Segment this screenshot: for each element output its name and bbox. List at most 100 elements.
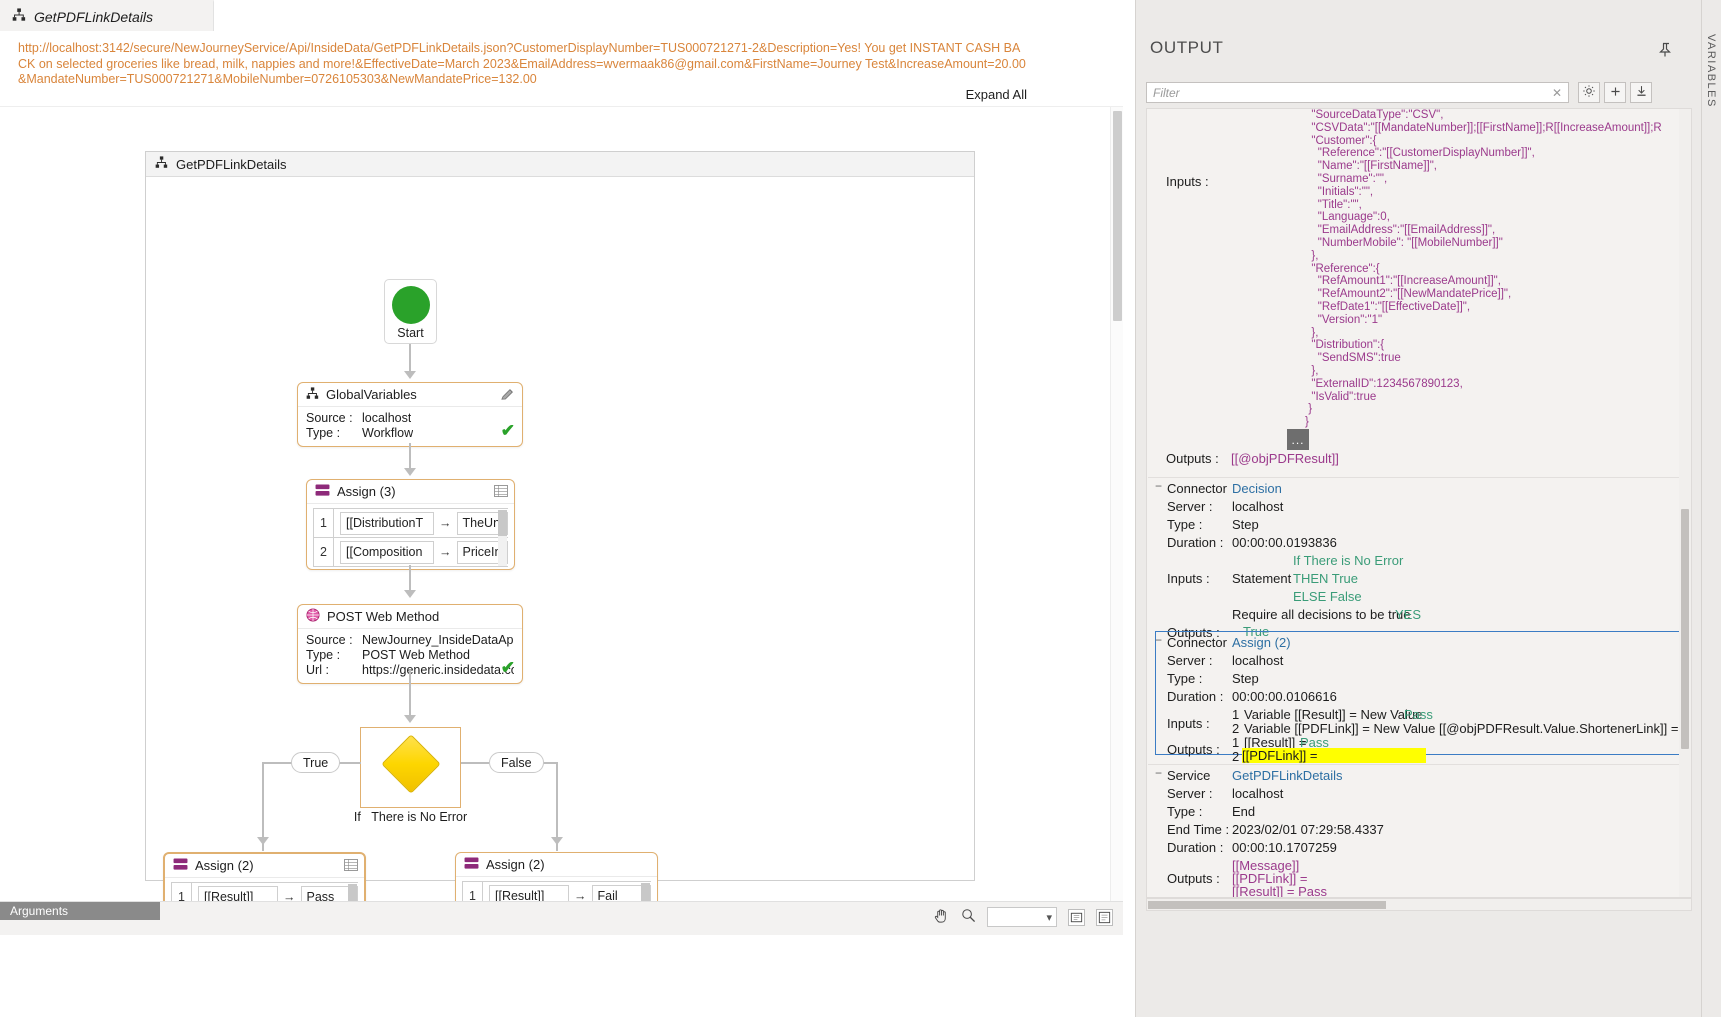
expand-json-ellipsis-button[interactable]: ... (1287, 429, 1309, 450)
assign-false-scrollbar[interactable] (641, 883, 650, 901)
node-assign-3-header: Assign (3) (307, 480, 514, 504)
output-vertical-scrollbar[interactable] (1679, 109, 1691, 897)
collapse-toggle-icon[interactable]: − (1155, 634, 1164, 646)
scrollbar-thumb[interactable] (348, 884, 357, 901)
assign-false-row-1[interactable]: 1 [[Result]] → Fail (463, 882, 651, 901)
assign-true-scrollbar[interactable] (348, 884, 357, 901)
entry-kind-label: Connector (1167, 481, 1227, 496)
entry-kind-value[interactable]: GetPDFLinkDetails (1232, 768, 1343, 783)
node-decision[interactable]: If There is No Error (354, 727, 467, 824)
entry-statement-label: Statement (1232, 571, 1292, 586)
arguments-tab[interactable]: Arguments (0, 902, 160, 920)
variables-side-tab[interactable]: VARIABLES (1701, 0, 1721, 1017)
zoom-icon[interactable] (961, 908, 976, 926)
arrowhead-icon (257, 837, 269, 845)
node-globalvariables[interactable]: GlobalVariables Source : localhost Type … (297, 382, 523, 447)
assign-true-grid[interactable]: 1 [[Result]] → Pass 2 [[PDFLink]] → [[@o… (171, 882, 358, 901)
arrow-right-icon: → (439, 545, 452, 559)
entry-server-label: Server : (1167, 786, 1213, 801)
entry-duration-value: 00:00:10.1707259 (1232, 840, 1337, 855)
clear-icon[interactable]: ✕ (1552, 86, 1562, 100)
output-log-list[interactable]: "SourceDataType":"CSV", "CSVData":"[[Man… (1146, 108, 1692, 898)
output-row-1-num: 1 (1232, 735, 1240, 750)
node-assign-3-title: Assign (3) (337, 484, 396, 499)
entry-outputs-label: Outputs : (1167, 871, 1220, 886)
row-cells: [[DistributionT → TheUnlimitedIn (334, 509, 508, 538)
filter-input[interactable]: Filter ✕ (1146, 82, 1569, 103)
connector-decision-false-h1 (461, 762, 489, 764)
entry-kind-label: Connector (1167, 635, 1227, 650)
expand-all-button[interactable]: Expand All (966, 87, 1027, 102)
assign-variable-field[interactable]: [[DistributionT (340, 511, 434, 535)
collapse-toggle-icon[interactable]: − (1155, 767, 1164, 779)
row-cells: [[Result]] → Fail (483, 882, 651, 901)
scrollbar-thumb[interactable] (1681, 509, 1689, 749)
assign-variable-field[interactable]: [[Composition (340, 540, 434, 564)
connector-decision-true-h2 (262, 762, 292, 764)
node-post-web-method-title: POST Web Method (327, 609, 440, 624)
output-horizontal-scrollbar[interactable] (1146, 898, 1692, 911)
arrow-right-icon: → (283, 890, 296, 901)
output-inputs-json: "SourceDataType":"CSV", "CSVData":"[[Man… (1305, 109, 1662, 429)
output-entry-assign2[interactable]: − Connector Assign (2) Server : localhos… (1148, 631, 1681, 764)
outputs-value-1: [[@objPDFResult]] (1231, 451, 1339, 466)
row-index: 1 (314, 509, 334, 538)
grid-view-icon[interactable] (494, 485, 508, 500)
assign-true-row-1[interactable]: 1 [[Result]] → Pass (172, 883, 358, 901)
branch-label-true[interactable]: True (291, 752, 341, 773)
output-expand-button[interactable] (1604, 82, 1626, 103)
entry-type-value: Step (1232, 671, 1259, 686)
zoom-level-select[interactable]: ▾ (987, 907, 1057, 927)
scrollbar-thumb[interactable] (641, 883, 650, 901)
output-settings-button[interactable] (1578, 82, 1600, 103)
assign-variable-field[interactable]: [[Result]] (198, 885, 278, 901)
post-source-value: NewJourney_InsideDataApiSour (362, 633, 514, 647)
canvas-vertical-scrollbar[interactable] (1110, 107, 1123, 901)
assign-3-row-2[interactable]: 2 [[Composition → PriceIncrease (314, 538, 508, 567)
assign-variable-field[interactable]: [[Result]] (489, 884, 569, 901)
collapse-toggle-icon[interactable]: − (1155, 480, 1164, 492)
output-entry-decision[interactable]: − Connector Decision Server : localhost … (1148, 477, 1681, 640)
node-assign-3[interactable]: Assign (3) 1 [[DistributionT → TheUnli 2… (306, 479, 515, 570)
node-assign-true[interactable]: Assign (2) 1 [[Result]] → Pass (163, 852, 366, 901)
entry-endtime-value: 2023/02/01 07:29:58.4337 (1232, 822, 1384, 837)
scrollbar-thumb[interactable] (1148, 901, 1386, 909)
start-node[interactable]: Start (384, 279, 437, 344)
gear-icon (1582, 84, 1596, 101)
assign-3-grid[interactable]: 1 [[DistributionT → TheUnlimitedIn 2 [[C… (313, 508, 508, 567)
row-index: 1 (463, 882, 483, 901)
entry-kind-value[interactable]: Decision (1232, 481, 1282, 496)
service-frame: GetPDFLinkDetails (145, 151, 975, 881)
node-assign-false[interactable]: Assign (2) 1 [[Result]] → Fail 2 (455, 852, 658, 901)
entry-type-label: Type : (1167, 671, 1203, 686)
post-type-row: Type : POST Web Method (306, 648, 514, 663)
assign-3-row-1[interactable]: 1 [[DistributionT → TheUnlimitedIn (314, 509, 508, 538)
arrowhead-icon (404, 371, 416, 379)
branch-label-false[interactable]: False (489, 752, 544, 773)
output-row-2-num: 2 (1232, 749, 1240, 764)
workflow-canvas[interactable]: GetPDFLinkDetails Start GlobalVariables … (0, 106, 1123, 901)
grid-view-icon[interactable] (344, 859, 358, 874)
pin-icon[interactable] (1657, 42, 1673, 61)
note-icon[interactable] (1096, 908, 1113, 926)
output-download-button[interactable] (1630, 82, 1652, 103)
connector-post-to-decision (409, 670, 411, 717)
connector-globalvariables-to-assign3 (409, 443, 411, 470)
output-entry-service[interactable]: − Service GetPDFLinkDetails Server : loc… (1148, 764, 1681, 897)
globe-icon (306, 608, 320, 625)
node-post-web-method-header: POST Web Method (298, 605, 522, 629)
node-globalvariables-title: GlobalVariables (326, 387, 417, 402)
url-banner: http://localhost:3142/secure/NewJourneyS… (0, 31, 1135, 106)
entry-kind-value[interactable]: Assign (2) (1232, 635, 1291, 650)
scrollbar-thumb[interactable] (498, 510, 507, 536)
assign-false-grid[interactable]: 1 [[Result]] → Fail 2 [[Message]] → Erro… (462, 881, 651, 901)
tab-getpdflinkdetails[interactable]: GetPDFLinkDetails (0, 0, 214, 31)
edit-pencil-icon[interactable] (500, 387, 515, 405)
pan-icon[interactable] (933, 907, 950, 927)
output-filter-row: Filter ✕ (1146, 82, 1692, 103)
entry-server-label: Server : (1167, 653, 1213, 668)
scrollbar-thumb[interactable] (1113, 111, 1122, 321)
fit-to-screen-icon[interactable] (1068, 908, 1085, 926)
assign-3-scrollbar[interactable] (498, 510, 507, 566)
node-assign-3-body: 1 [[DistributionT → TheUnlimitedIn 2 [[C… (307, 504, 514, 569)
